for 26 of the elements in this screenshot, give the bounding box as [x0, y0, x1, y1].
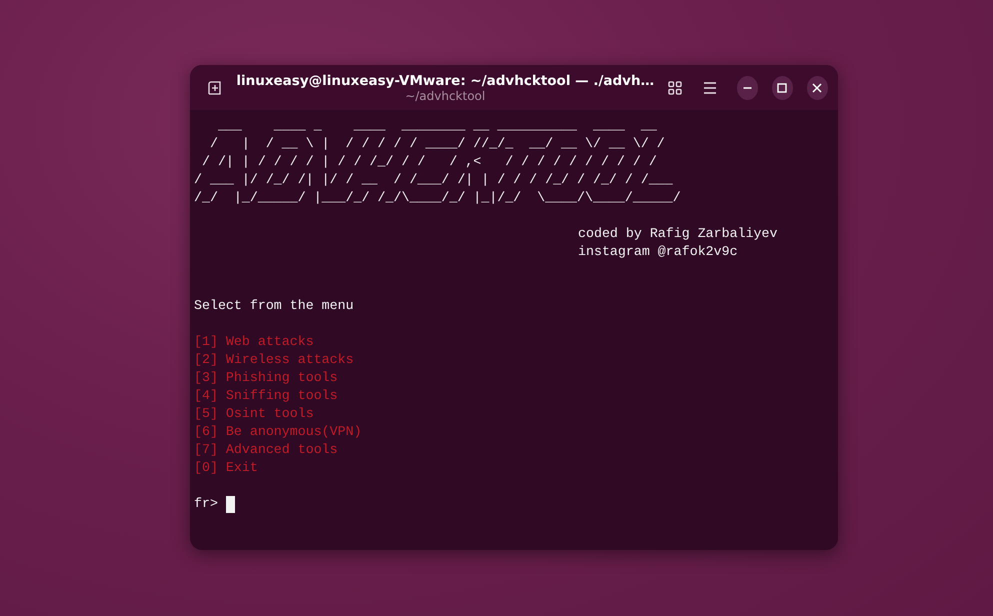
ascii-banner-line: / | / __ \ | / / / / / ____/ //_/_ __/ __ \/ __ \/ / — [208, 135, 666, 153]
maximize-icon — [777, 82, 788, 92]
menu-option: [6] Be anonymous(VPN) — [194, 423, 834, 441]
close-icon — [812, 82, 822, 92]
minimize-button[interactable] — [736, 76, 758, 100]
menu-option: [1] Web attacks — [194, 333, 834, 351]
menu-option: [3] Phishing tools — [194, 369, 834, 387]
menu-option: [4] Sniffing tools — [194, 387, 834, 405]
credit-line: coded by Rafig Zarbaliyev — [577, 225, 778, 243]
text-cursor — [226, 496, 235, 512]
window-title: linuxeasy@linuxeasy-VMware: ~/advhcktool — ./advh… — [236, 72, 654, 88]
ascii-banner-line: / /| | / / / / | / / /_/ / / / ,< / / / / / / / / / / — [200, 153, 658, 171]
menu-option: [7] Advanced tools — [194, 441, 834, 459]
menu-option: [0] Exit — [194, 459, 834, 477]
credit-line: instagram @rafok2v9c — [577, 243, 739, 261]
ascii-banner-line: /_/ |_/_____/ |___/_/ /_/\____/_/ |_|/_/ \____/\____/_____/ — [194, 189, 682, 207]
menu-option: [2] Wireless attacks — [194, 351, 834, 369]
close-button[interactable] — [806, 76, 828, 100]
shell-prompt: fr> — [194, 495, 218, 513]
window-subtitle: ~/advhcktool — [405, 88, 486, 102]
ascii-banner-line: / ___ |/ /_/ /| |/ / __ / /___/ /| | / / / /_/ / /_/ / /___ — [194, 171, 674, 189]
menu-option: [5] Osint tools — [194, 405, 834, 423]
minimize-icon — [742, 86, 752, 88]
maximize-button[interactable] — [772, 76, 793, 100]
menu-heading: Select from the menu — [194, 297, 355, 315]
ascii-banner-line: ___ ____ _ ____ ________ __ __________ ____ __ — [216, 117, 658, 135]
